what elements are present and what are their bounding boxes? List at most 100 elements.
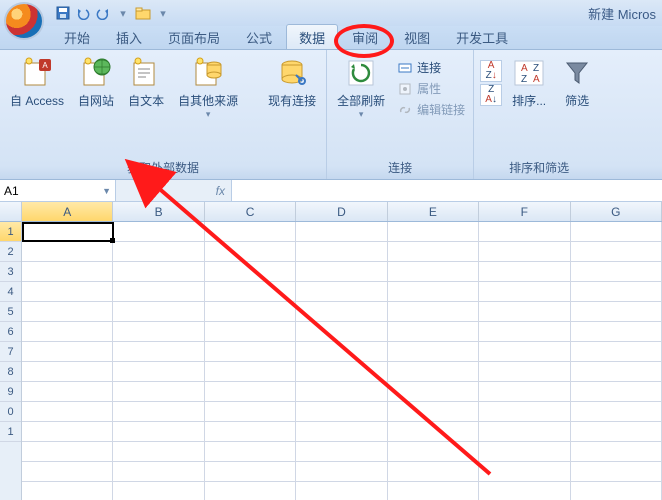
cell[interactable]	[571, 462, 662, 482]
cell[interactable]	[388, 282, 479, 302]
tab-formulas[interactable]: 公式	[234, 25, 284, 49]
save-icon[interactable]	[54, 4, 72, 22]
cell[interactable]	[388, 482, 479, 500]
cell[interactable]	[22, 362, 113, 382]
tab-insert[interactable]: 插入	[104, 25, 154, 49]
cell[interactable]	[205, 382, 296, 402]
col-header-b[interactable]: B	[113, 202, 204, 221]
cell[interactable]	[571, 442, 662, 462]
name-box[interactable]: A1 ▼	[0, 180, 116, 201]
cell[interactable]	[205, 442, 296, 462]
cell[interactable]	[205, 402, 296, 422]
cell[interactable]	[22, 322, 113, 342]
cell[interactable]	[479, 402, 570, 422]
cell[interactable]	[113, 282, 204, 302]
row-header-4[interactable]: 4	[0, 282, 21, 302]
cell[interactable]	[113, 362, 204, 382]
cell[interactable]	[296, 402, 387, 422]
tab-data[interactable]: 数据	[286, 24, 338, 49]
cell[interactable]	[571, 382, 662, 402]
cell[interactable]	[479, 242, 570, 262]
cell[interactable]	[22, 482, 113, 500]
qat-dropdown-icon[interactable]: ▾	[114, 4, 132, 22]
row-header-10[interactable]: 0	[0, 402, 21, 422]
cell[interactable]	[571, 302, 662, 322]
cell[interactable]	[22, 382, 113, 402]
cell[interactable]	[479, 422, 570, 442]
cell[interactable]	[113, 302, 204, 322]
col-header-a[interactable]: A	[22, 202, 113, 221]
cell[interactable]	[113, 402, 204, 422]
cell[interactable]	[571, 482, 662, 500]
cell[interactable]	[388, 242, 479, 262]
cell[interactable]	[571, 242, 662, 262]
col-header-f[interactable]: F	[479, 202, 570, 221]
cell[interactable]	[22, 342, 113, 362]
filter-button[interactable]: 筛选	[556, 54, 598, 111]
tab-start[interactable]: 开始	[52, 25, 102, 49]
cell[interactable]	[388, 402, 479, 422]
open-folder-icon[interactable]	[134, 4, 152, 22]
edit-links-button[interactable]: 编辑链接	[395, 100, 467, 119]
cell[interactable]	[388, 442, 479, 462]
cell[interactable]	[388, 362, 479, 382]
existing-connections-button[interactable]: 现有连接	[264, 54, 320, 111]
cell[interactable]	[479, 302, 570, 322]
cell[interactable]	[113, 422, 204, 442]
col-header-g[interactable]: G	[571, 202, 662, 221]
cell[interactable]	[571, 322, 662, 342]
tab-view[interactable]: 视图	[392, 25, 442, 49]
cell[interactable]	[22, 282, 113, 302]
from-access-button[interactable]: A 自 Access	[6, 54, 68, 111]
tab-pagelayout[interactable]: 页面布局	[156, 25, 232, 49]
cell[interactable]	[205, 222, 296, 242]
cell[interactable]	[479, 342, 570, 362]
row-header-8[interactable]: 8	[0, 362, 21, 382]
connections-button[interactable]: 连接	[395, 58, 467, 77]
col-header-d[interactable]: D	[296, 202, 387, 221]
name-box-dropdown-icon[interactable]: ▼	[102, 186, 111, 196]
cell[interactable]	[296, 222, 387, 242]
cell[interactable]	[296, 462, 387, 482]
col-header-c[interactable]: C	[205, 202, 296, 221]
row-header-6[interactable]: 6	[0, 322, 21, 342]
row-header-3[interactable]: 3	[0, 262, 21, 282]
cell[interactable]	[296, 422, 387, 442]
cell[interactable]	[388, 462, 479, 482]
cell[interactable]	[22, 222, 113, 242]
cell[interactable]	[479, 382, 570, 402]
cell[interactable]	[388, 342, 479, 362]
row-header-5[interactable]: 5	[0, 302, 21, 322]
cell[interactable]	[479, 322, 570, 342]
cell[interactable]	[296, 282, 387, 302]
from-text-button[interactable]: 自文本	[124, 54, 168, 111]
cell[interactable]	[113, 222, 204, 242]
sort-desc-icon[interactable]: ZA↓	[480, 84, 502, 106]
row-header-2[interactable]: 2	[0, 242, 21, 262]
tab-devtools[interactable]: 开发工具	[444, 25, 520, 49]
cell[interactable]	[571, 262, 662, 282]
properties-button[interactable]: 属性	[395, 79, 467, 98]
cell[interactable]	[113, 242, 204, 262]
fx-button[interactable]: fx	[116, 180, 232, 201]
formula-input[interactable]	[232, 180, 662, 201]
row-header-9[interactable]: 9	[0, 382, 21, 402]
cell[interactable]	[479, 262, 570, 282]
cell[interactable]	[205, 422, 296, 442]
sort-button[interactable]: AZZA 排序...	[508, 54, 550, 111]
cell[interactable]	[296, 382, 387, 402]
cell[interactable]	[388, 382, 479, 402]
cell[interactable]	[205, 462, 296, 482]
cell[interactable]	[296, 482, 387, 500]
cell[interactable]	[22, 262, 113, 282]
cell[interactable]	[296, 342, 387, 362]
cell[interactable]	[113, 322, 204, 342]
cell[interactable]	[113, 462, 204, 482]
row-header-1[interactable]: 1	[0, 222, 21, 242]
qat-more-icon[interactable]: ▾	[154, 4, 172, 22]
redo-icon[interactable]	[94, 4, 112, 22]
cell[interactable]	[571, 402, 662, 422]
cell[interactable]	[205, 242, 296, 262]
cell[interactable]	[571, 222, 662, 242]
row-header-7[interactable]: 7	[0, 342, 21, 362]
